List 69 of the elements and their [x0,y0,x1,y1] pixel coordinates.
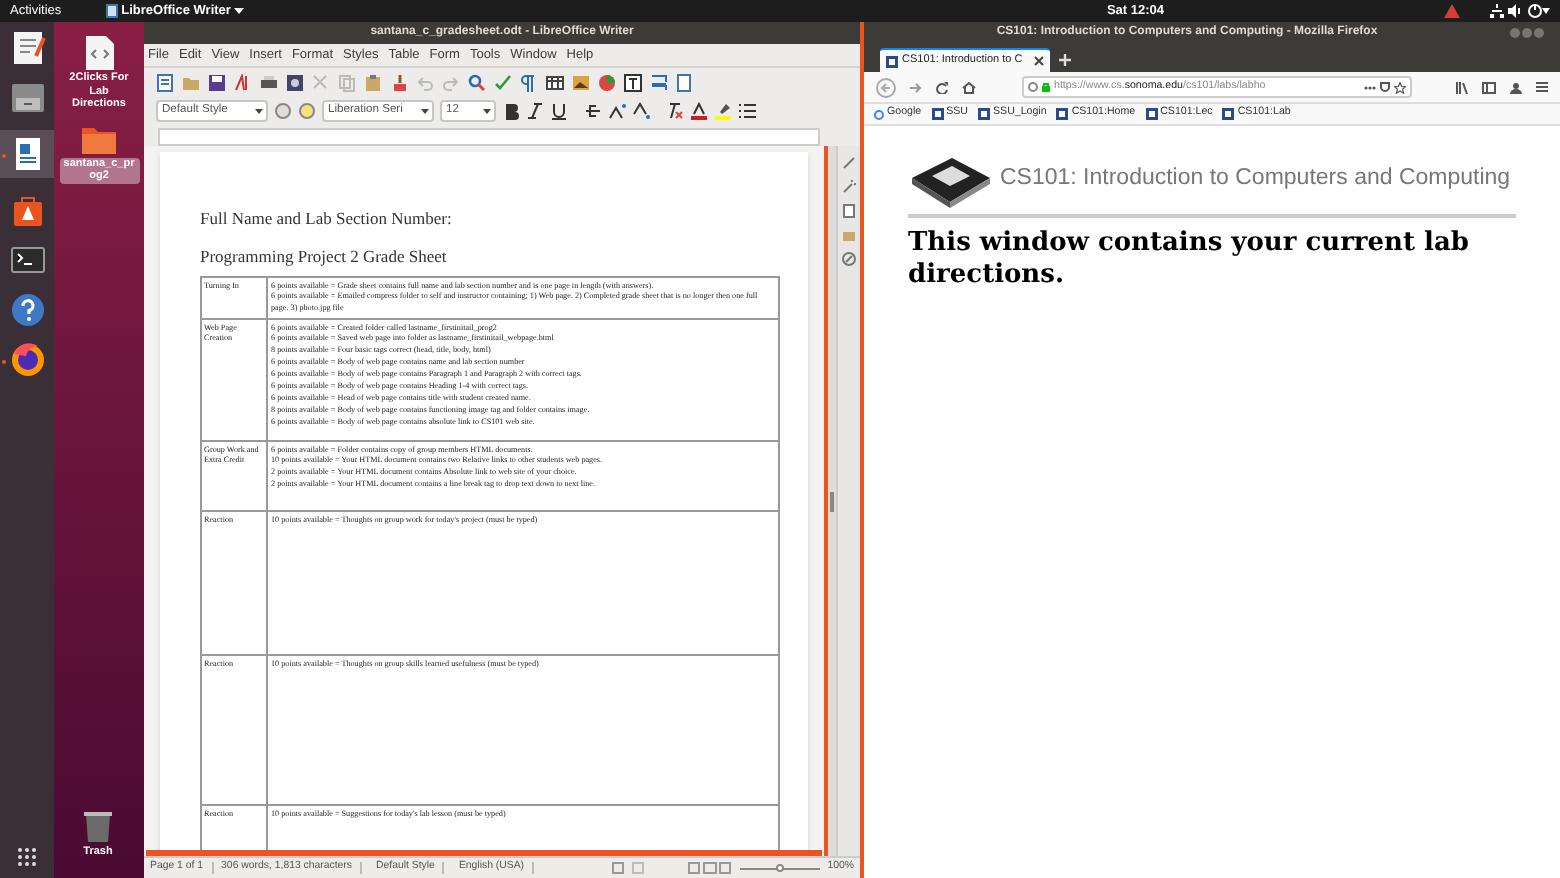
html-file-icon[interactable] [80,34,118,72]
horizontal-scrollbar[interactable] [146,850,822,856]
page-break-icon[interactable] [650,73,668,91]
printer-icon[interactable] [260,73,278,91]
close-icon[interactable] [1034,56,1044,66]
bold-icon[interactable] [502,102,520,120]
forward-icon[interactable] [910,81,922,93]
trash-icon[interactable] [79,807,117,845]
find-replace-icon[interactable] [468,73,486,91]
strikethrough-icon[interactable] [584,102,602,120]
firefox-icon[interactable] [9,342,45,378]
terminal-icon[interactable] [9,242,45,278]
heading-text: Programming Project 2 Grade Sheet [200,243,449,269]
site-title: CS101: Introduction to Computers and Computing [1000,164,1511,195]
heading-text: Full Name and Lab Section Number: [200,206,454,232]
italic-icon[interactable] [526,102,544,120]
menu-icon[interactable] [1536,82,1548,92]
help-icon[interactable] [9,292,45,328]
pilcrow-icon[interactable] [520,73,538,91]
font-color-icon[interactable] [690,102,708,120]
clear-formatting-icon[interactable] [666,102,684,120]
page-icon[interactable] [842,204,856,218]
spellcheck-icon[interactable] [494,73,512,91]
preview-icon[interactable] [286,73,304,91]
text-editor-icon[interactable] [9,30,45,66]
save-icon[interactable] [208,73,226,91]
power-icon[interactable] [1528,4,1550,18]
underline-icon[interactable] [550,102,568,120]
superscript-icon[interactable] [608,102,626,120]
text-box-icon[interactable] [624,73,642,91]
speaker-icon[interactable] [1508,4,1522,18]
new-document-icon[interactable] [156,73,174,91]
wrench-icon[interactable] [842,180,856,194]
highlight-icon[interactable] [714,102,732,120]
star-icon[interactable] [1394,81,1406,93]
account-icon[interactable] [1510,81,1522,93]
vertical-scrollbar[interactable] [824,146,836,856]
tools-icon[interactable] [842,156,856,170]
paintbrush-icon[interactable] [390,73,408,91]
sidebar-icon[interactable] [1482,81,1496,93]
clipboard-icon[interactable] [364,73,382,91]
new-tab-icon[interactable] [1058,48,1072,72]
info-icon[interactable] [1028,82,1038,92]
image-icon[interactable] [572,73,590,91]
writer-icon [105,4,118,18]
page-heading: This window contains your current lab directions. [908,228,1471,292]
chip-logo-icon [908,152,994,208]
caret-icon [234,7,245,15]
library-icon[interactable] [1456,81,1468,93]
network-icon[interactable] [1490,4,1504,18]
site-favicon-icon [886,55,898,67]
scrollbar-thumb[interactable] [830,491,834,511]
table-icon[interactable] [546,73,564,91]
subscript-icon[interactable] [632,102,650,120]
lock-icon [1042,82,1050,92]
shopping-bag-icon[interactable] [9,192,45,228]
warning-icon[interactable] [1444,4,1460,18]
slider-thumb[interactable] [775,863,784,871]
list-icon[interactable] [738,102,756,120]
pocket-icon[interactable] [1380,82,1390,92]
pdf-icon[interactable] [234,73,252,91]
chart-icon[interactable] [598,73,616,91]
update-style-icon[interactable] [274,102,292,120]
new-style-icon[interactable] [298,102,316,120]
app-grid-icon[interactable] [18,848,36,866]
reload-icon[interactable] [936,81,948,93]
google-logo-icon [874,109,884,119]
home-icon[interactable] [962,81,976,93]
file-cabinet-icon[interactable] [9,80,45,116]
